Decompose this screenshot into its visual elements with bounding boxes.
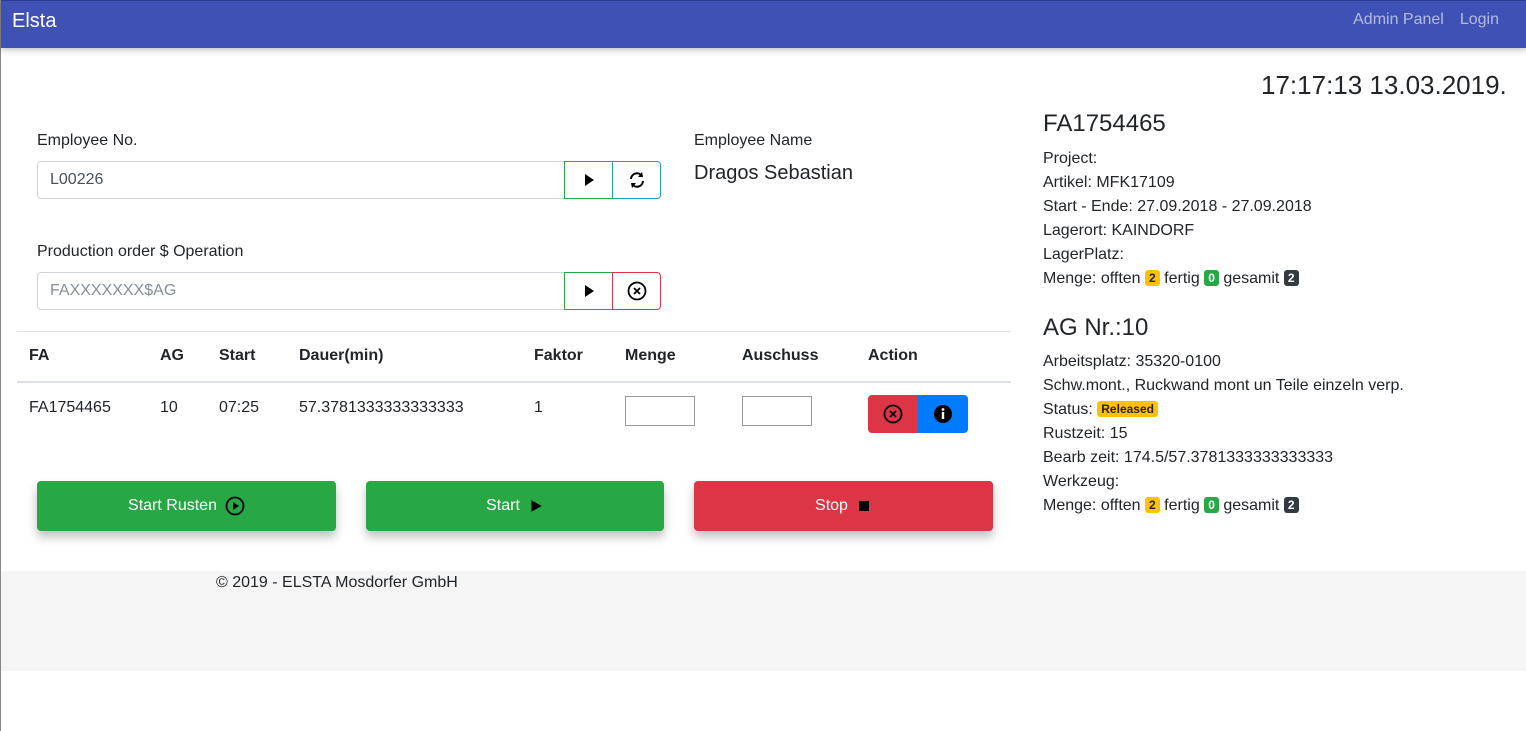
play-icon xyxy=(531,500,542,512)
cell-auschuss xyxy=(730,382,856,444)
ag-status: Status: Released xyxy=(1043,398,1404,422)
close-circle-icon xyxy=(627,281,646,301)
ag-status-badge: Released xyxy=(1097,401,1158,417)
order-input-group xyxy=(37,272,661,310)
fa-gesamit-badge: 2 xyxy=(1283,270,1299,286)
col-fa: FA xyxy=(17,331,148,383)
start-button[interactable]: Start xyxy=(366,481,664,531)
ag-details-panel: AG Nr.:10 Arbeitsplatz: 35320-0100 Schw.… xyxy=(1043,314,1404,518)
auschuss-input[interactable] xyxy=(742,395,812,426)
brand-logo[interactable]: Elsta xyxy=(12,10,56,33)
action-buttons xyxy=(868,394,999,433)
fa-offen-badge: 2 xyxy=(1145,270,1160,286)
copyright-text: © 2019 - ELSTA Mosdorfer GmbH xyxy=(216,574,458,591)
nav-links: Admin Panel Login xyxy=(1353,11,1499,29)
col-faktor: Faktor xyxy=(522,331,613,383)
employee-input-group xyxy=(37,161,661,199)
play-icon xyxy=(584,285,594,297)
ag-fertig-badge: 0 xyxy=(1204,497,1219,513)
fa-details-panel: FA1754465 Project: Artikel: MFK17109 Sta… xyxy=(1043,110,1312,291)
production-order-input[interactable] xyxy=(37,272,565,310)
col-dauer: Dauer(min) xyxy=(287,331,522,383)
col-start: Start xyxy=(207,331,287,383)
cell-start: 07:25 xyxy=(219,398,260,416)
ag-menge-prefix: Menge: offten xyxy=(1043,497,1141,514)
ag-offen-badge: 2 xyxy=(1145,497,1160,513)
fa-menge: Menge: offten 2 fertig 0 gesamit 2 xyxy=(1043,267,1312,291)
employee-refresh-button[interactable] xyxy=(612,161,661,199)
col-action: Action xyxy=(856,331,1011,383)
stop-icon xyxy=(858,501,869,511)
fa-fertig-badge: 0 xyxy=(1204,270,1219,286)
cell-dauer: 57.3781333333333333 xyxy=(299,398,464,416)
fa-menge-prefix: Menge: offten xyxy=(1043,270,1141,287)
fa-lagerplatz: LagerPlatz: xyxy=(1043,246,1124,263)
top-navbar: Elsta Admin Panel Login xyxy=(1,0,1526,48)
ag-title: AG Nr.:10 xyxy=(1043,314,1149,341)
col-auschuss: Auschuss xyxy=(730,331,856,383)
table-row: FA1754465 10 07:25 57.3781333333333333 1 xyxy=(17,382,1011,444)
ag-beschreibung: Schw.mont., Ruckwand mont un Teile einze… xyxy=(1043,377,1404,394)
fa-title: FA1754465 xyxy=(1043,110,1166,137)
ag-fertig-label: fertig xyxy=(1164,497,1200,514)
menge-input[interactable] xyxy=(625,395,695,426)
play-circle-icon xyxy=(225,496,245,516)
start-rusten-button[interactable]: Start Rusten xyxy=(37,481,336,531)
fa-lagerort: Lagerort: KAINDORF xyxy=(1043,222,1195,239)
info-row-button[interactable] xyxy=(918,394,968,433)
order-submit-button[interactable] xyxy=(564,272,613,310)
cell-faktor: 1 xyxy=(534,398,543,416)
ag-gesamit-label: gesamit xyxy=(1223,497,1280,514)
start-label: Start xyxy=(486,497,520,514)
start-rusten-label: Start Rusten xyxy=(128,497,217,514)
nav-login-link[interactable]: Login xyxy=(1460,11,1499,29)
table-header-row: FA AG Start Dauer(min) Faktor Menge Ausc… xyxy=(17,331,1011,383)
col-menge: Menge xyxy=(613,331,730,383)
cell-menge xyxy=(613,382,730,444)
ag-werkzeug: Werkzeug: xyxy=(1043,473,1120,490)
play-icon xyxy=(584,174,594,186)
ag-bearb-zeit: Bearb zeit: 174.5/57.3781333333333333 xyxy=(1043,449,1334,466)
operations-table: FA AG Start Dauer(min) Faktor Menge Ausc… xyxy=(17,331,1011,444)
stop-label: Stop xyxy=(815,497,848,514)
nav-admin-panel-link[interactable]: Admin Panel xyxy=(1353,11,1444,29)
employee-no-label: Employee No. xyxy=(37,132,138,149)
col-ag: AG xyxy=(148,331,207,383)
fa-gesamit-label: gesamit xyxy=(1223,270,1280,287)
cell-fa: FA1754465 xyxy=(29,398,111,416)
fa-artikel: Artikel: MFK17109 xyxy=(1043,174,1175,191)
employee-no-input[interactable] xyxy=(37,161,565,199)
page-footer: © 2019 - ELSTA Mosdorfer GmbH xyxy=(1,571,1526,671)
fa-fertig-label: fertig xyxy=(1164,270,1200,287)
ag-status-label: Status: xyxy=(1043,401,1093,418)
stop-button[interactable]: Stop xyxy=(694,481,993,531)
fa-start-ende: Start - Ende: 27.09.2018 - 27.09.2018 xyxy=(1043,198,1312,215)
cell-ag: 10 xyxy=(160,398,178,416)
ag-arbeitsplatz: Arbeitsplatz: 35320-0100 xyxy=(1043,353,1221,370)
clock-display: 17:17:13 13.03.2019. xyxy=(1261,70,1507,100)
close-circle-icon xyxy=(883,404,903,423)
ag-gesamit-badge: 2 xyxy=(1283,497,1299,513)
cancel-row-button[interactable] xyxy=(868,394,918,433)
order-clear-button[interactable] xyxy=(612,272,661,310)
cell-action xyxy=(856,382,1011,444)
fa-project: Project: xyxy=(1043,150,1098,167)
ag-menge: Menge: offten 2 fertig 0 gesamit 2 xyxy=(1043,494,1404,518)
production-order-label: Production order $ Operation xyxy=(37,243,244,260)
employee-name-value: Dragos Sebastian xyxy=(694,162,853,184)
sync-icon xyxy=(629,172,644,188)
employee-name-label: Employee Name xyxy=(694,132,813,149)
info-icon xyxy=(934,404,952,423)
employee-submit-button[interactable] xyxy=(564,161,613,199)
ag-rustzeit: Rustzeit: 15 xyxy=(1043,425,1128,442)
